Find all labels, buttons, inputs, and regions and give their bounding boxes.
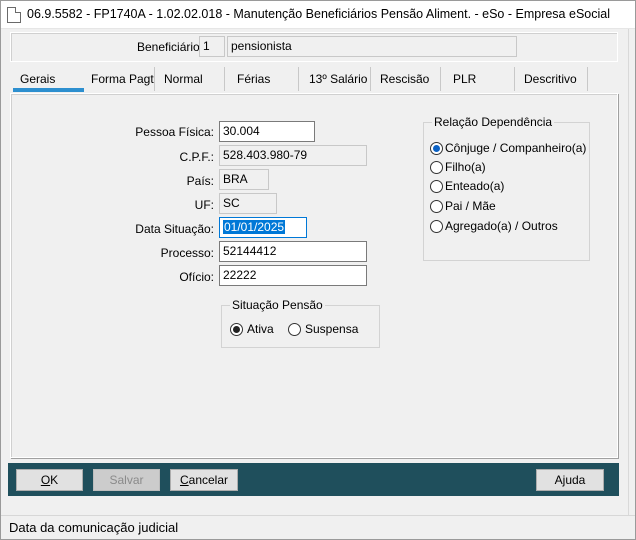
ok-mnemonic: O: [40, 473, 51, 487]
ajuda-label-start: A: [554, 473, 563, 487]
oficio-label: Ofício:: [179, 270, 214, 284]
pessoa-fisica-field[interactable]: 30.004: [219, 121, 315, 142]
ajuda-label-end: uda: [565, 473, 586, 487]
pais-field[interactable]: BRA: [219, 169, 269, 190]
tab-label: PLR: [453, 72, 477, 86]
pais-label: País:: [186, 174, 214, 188]
status-text: Data da comunicação judicial: [9, 520, 179, 535]
tab-ferias[interactable]: Férias: [225, 67, 299, 91]
ativa-radio[interactable]: [230, 323, 243, 336]
title-bar[interactable]: 06.9.5582 - FP1740A - 1.02.02.018 - Manu…: [1, 1, 635, 29]
agregado-label[interactable]: Agregado(a) / Outros: [445, 219, 558, 233]
pessoa-fisica-label: Pessoa Física:: [135, 125, 214, 139]
ok-button[interactable]: OK: [16, 469, 83, 491]
tab-normal[interactable]: Normal: [155, 67, 225, 91]
relacao-dependencia-group: Relação Dependência Cônjuge / Companheir…: [423, 115, 590, 261]
window-title: 06.9.5582 - FP1740A - 1.02.02.018 - Manu…: [27, 7, 610, 21]
beneficiario-panel: Beneficiário: 1 pensionista: [10, 32, 618, 62]
tab-label: Normal: [164, 72, 203, 86]
cpf-field[interactable]: 528.403.980-79: [219, 145, 367, 166]
tab-label: Férias: [237, 72, 271, 86]
tab-rescisao[interactable]: Rescisão: [371, 67, 441, 91]
uf-field[interactable]: SC: [219, 193, 277, 214]
selected-text: 01/01/2025: [223, 220, 286, 234]
tab-label: 13º Salário: [309, 72, 368, 86]
conjuge-label[interactable]: Cônjuge / Companheiro(a): [445, 141, 586, 155]
tab-label: Descritivo: [524, 72, 577, 86]
uf-label: UF:: [194, 198, 214, 212]
situacao-pensao-group: Situação Pensão Ativa Suspensa: [221, 298, 380, 348]
agregado-radio[interactable]: [430, 220, 443, 233]
suspensa-radio[interactable]: [288, 323, 301, 336]
window-divider: [628, 29, 629, 515]
tab-descritivo[interactable]: Descritivo: [515, 67, 588, 91]
pai-mae-radio[interactable]: [430, 200, 443, 213]
tab-strip: Gerais Forma Pagt Normal Férias 13º Salá…: [11, 67, 618, 93]
beneficiario-name-field[interactable]: pensionista: [227, 36, 517, 57]
tab-label: Gerais: [20, 72, 56, 86]
button-bar: OK Salvar Cancelar Ajuda: [8, 463, 619, 496]
ajuda-button[interactable]: Ajuda: [536, 469, 604, 491]
beneficiario-code-field[interactable]: 1: [199, 36, 225, 57]
cancelar-label: ancelar: [188, 473, 229, 487]
ok-label: K: [50, 473, 59, 487]
enteado-radio[interactable]: [430, 180, 443, 193]
status-bar: Data da comunicação judicial: [1, 515, 635, 539]
cpf-label: C.P.F.:: [179, 150, 214, 164]
cancelar-mnemonic: C: [179, 473, 189, 487]
processo-label: Processo:: [160, 246, 214, 260]
tab-plr[interactable]: PLR: [441, 67, 515, 91]
salvar-button[interactable]: Salvar: [93, 469, 160, 491]
tab-gerais-panel: Pessoa Física: 30.004 C.P.F.: 528.403.98…: [10, 93, 618, 458]
active-tab-indicator: [13, 88, 84, 92]
enteado-label[interactable]: Enteado(a): [445, 179, 504, 193]
beneficiario-label: Beneficiário:: [137, 40, 204, 54]
suspensa-label[interactable]: Suspensa: [305, 322, 358, 336]
oficio-field[interactable]: 22222: [219, 265, 367, 286]
tab-label: Rescisão: [380, 72, 430, 86]
filho-radio[interactable]: [430, 161, 443, 174]
filho-label[interactable]: Filho(a): [445, 160, 486, 174]
cancelar-button[interactable]: Cancelar: [170, 469, 238, 491]
data-situacao-field[interactable]: 01/01/2025: [219, 217, 307, 238]
tab-forma-pagt[interactable]: Forma Pagt: [85, 67, 155, 91]
situacao-pensao-title: Situação Pensão: [230, 298, 325, 312]
tab-13-salario[interactable]: 13º Salário: [299, 67, 371, 91]
main-window: 06.9.5582 - FP1740A - 1.02.02.018 - Manu…: [0, 0, 636, 540]
processo-field[interactable]: 52144412: [219, 241, 367, 262]
document-icon: [7, 7, 21, 23]
relacao-dependencia-title: Relação Dependência: [432, 115, 555, 129]
data-situacao-label: Data Situação:: [135, 222, 214, 236]
ativa-label[interactable]: Ativa: [247, 322, 274, 336]
conjuge-radio[interactable]: [430, 142, 443, 155]
tab-label: Forma Pagt: [91, 72, 154, 86]
pai-mae-label[interactable]: Pai / Mãe: [445, 199, 496, 213]
